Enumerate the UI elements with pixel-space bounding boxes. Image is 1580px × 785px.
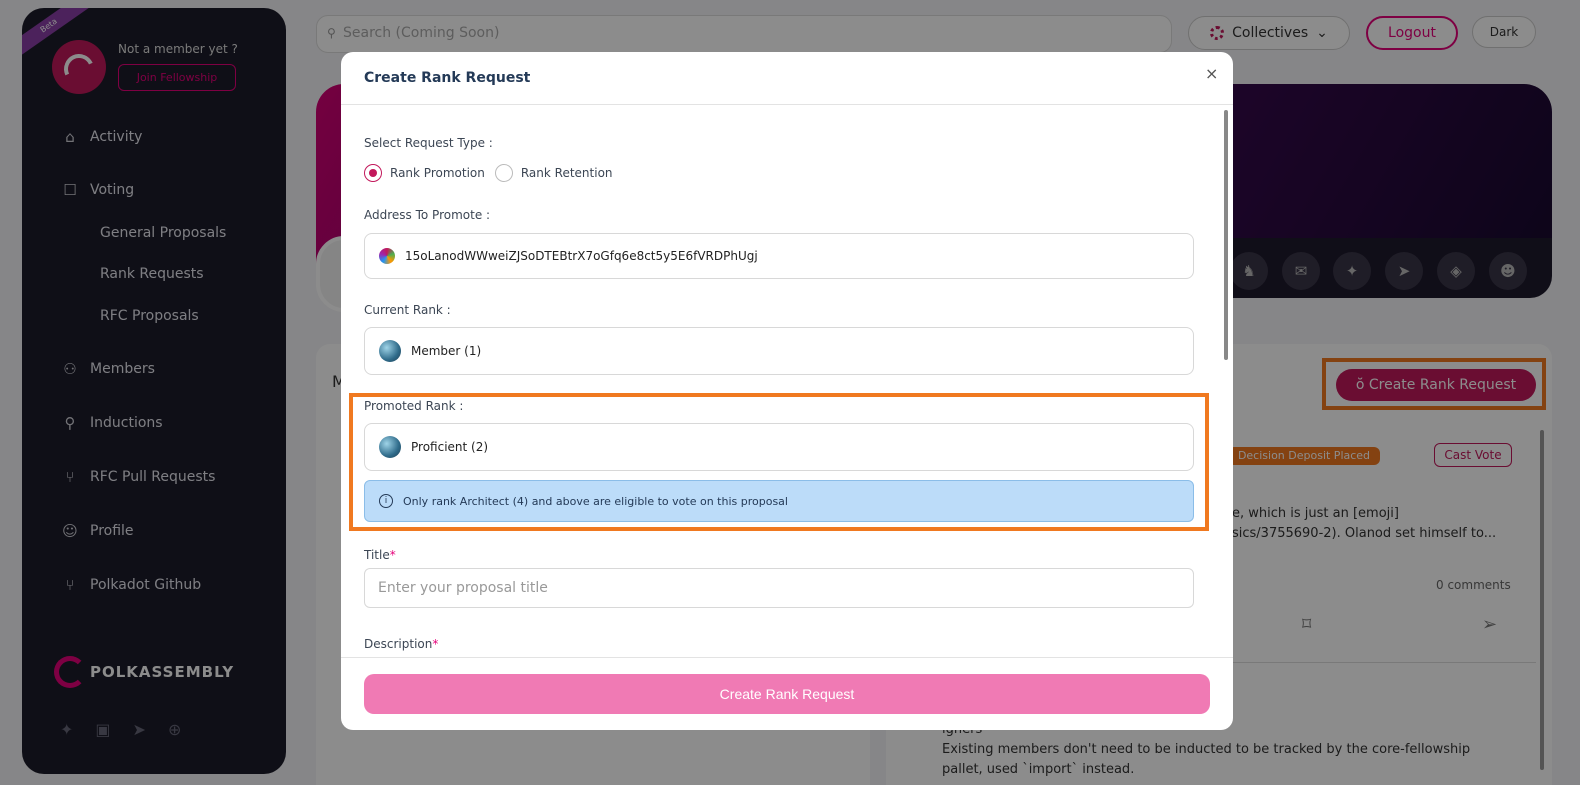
current-rank-value: Member (1) — [411, 344, 482, 358]
radio-label: Rank Promotion — [390, 166, 485, 180]
description-label: Description* — [364, 637, 438, 651]
modal-title: Create Rank Request — [364, 70, 531, 86]
create-rank-request-submit-button[interactable]: Create Rank Request — [364, 674, 1210, 714]
required-mark: * — [389, 548, 396, 562]
address-field[interactable]: 15oLanodWWweiZJSoDTEBtrX7oGfq6e8ct5y5E6f… — [364, 233, 1194, 279]
title-label: Title* — [364, 548, 396, 562]
current-rank-field: Member (1) — [364, 327, 1194, 375]
rank-globe-icon — [379, 340, 401, 362]
modal-scrollbar[interactable] — [1224, 110, 1228, 360]
current-rank-label: Current Rank : — [364, 303, 451, 317]
request-type-radio-group: Rank Promotion Rank Retention — [364, 164, 613, 182]
create-rank-request-modal: Create Rank Request × Select Request Typ… — [341, 52, 1233, 730]
request-type-label: Select Request Type : — [364, 136, 493, 150]
description-label-text: Description — [364, 637, 433, 651]
required-mark: * — [432, 637, 439, 651]
title-label-text: Title — [364, 548, 390, 562]
address-value: 15oLanodWWweiZJSoDTEBtrX7oGfq6e8ct5y5E6f… — [405, 249, 758, 263]
radio-rank-retention[interactable] — [494, 164, 513, 182]
close-icon[interactable]: × — [1205, 64, 1218, 83]
title-input[interactable] — [364, 568, 1194, 608]
address-label: Address To Promote : — [364, 208, 491, 222]
radio-rank-promotion[interactable] — [364, 164, 382, 182]
divider — [341, 104, 1233, 105]
identicon-icon — [379, 248, 395, 264]
radio-label: Rank Retention — [520, 166, 613, 180]
highlight-box — [349, 393, 1209, 531]
divider — [341, 657, 1233, 658]
